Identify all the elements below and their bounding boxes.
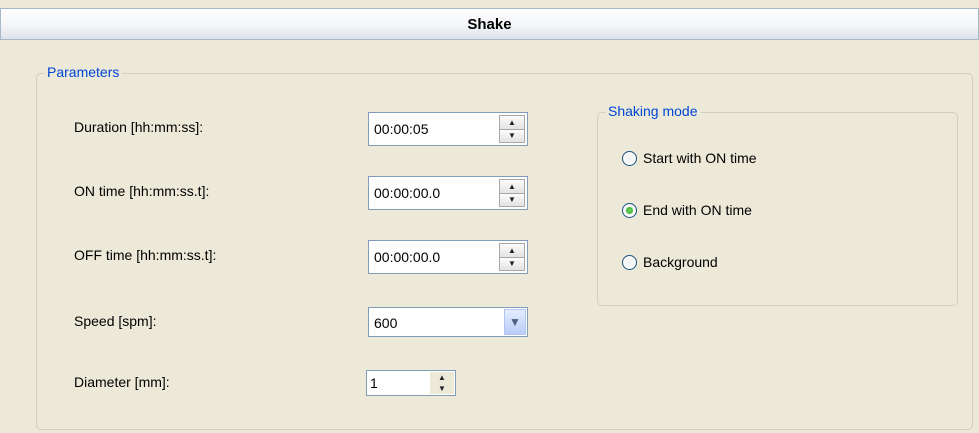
radio-label: Background <box>643 254 718 270</box>
diameter-value: 1 <box>370 375 378 391</box>
off-time-field[interactable]: 00:00:00.0 ▲ ▼ <box>368 240 528 274</box>
speed-select[interactable]: 600 ▼ <box>368 307 528 337</box>
off-time-label: OFF time [hh:mm:ss.t]: <box>74 247 217 263</box>
arrow-up-icon: ▲ <box>508 117 516 127</box>
radio-label: Start with ON time <box>643 150 757 166</box>
shaking-mode-legend: Shaking mode <box>605 103 701 119</box>
parameters-legend: Parameters <box>44 64 123 80</box>
duration-label: Duration [hh:mm:ss]: <box>74 119 204 135</box>
duration-value: 00:00:05 <box>374 121 429 137</box>
radio-button-icon[interactable] <box>622 254 637 270</box>
off-time-increment-button[interactable]: ▲ <box>499 243 525 258</box>
radio-end-with-on-time[interactable]: End with ON time <box>622 202 752 218</box>
radio-background[interactable]: Background <box>622 254 718 270</box>
on-time-increment-button[interactable]: ▲ <box>499 179 525 194</box>
diameter-field[interactable]: 1 ▲ ▼ <box>366 370 456 396</box>
diameter-increment-button[interactable]: ▲ <box>430 372 454 383</box>
window-title-bar: Shake <box>0 8 979 40</box>
duration-increment-button[interactable]: ▲ <box>499 115 525 130</box>
arrow-down-icon: ▼ <box>508 259 516 269</box>
arrow-down-icon: ▼ <box>508 195 516 205</box>
arrow-up-icon: ▲ <box>508 181 516 191</box>
radio-dot-icon <box>626 206 633 214</box>
arrow-down-icon: ▼ <box>508 131 516 141</box>
duration-decrement-button[interactable]: ▼ <box>499 129 525 143</box>
diameter-decrement-button[interactable]: ▼ <box>430 383 454 394</box>
chevron-down-icon: ▼ <box>509 315 521 329</box>
radio-start-with-on-time[interactable]: Start with ON time <box>622 150 757 166</box>
diameter-label: Diameter [mm]: <box>74 374 170 390</box>
on-time-decrement-button[interactable]: ▼ <box>499 193 525 207</box>
on-time-field[interactable]: 00:00:00.0 ▲ ▼ <box>368 176 528 210</box>
radio-button-selected-icon[interactable] <box>622 202 637 218</box>
radio-label: End with ON time <box>643 202 752 218</box>
window-title: Shake <box>467 15 512 33</box>
on-time-label: ON time [hh:mm:ss.t]: <box>74 183 210 199</box>
off-time-value: 00:00:00.0 <box>374 249 441 265</box>
speed-label: Speed [spm]: <box>74 313 157 329</box>
off-time-decrement-button[interactable]: ▼ <box>499 257 525 271</box>
arrow-up-icon: ▲ <box>508 245 516 255</box>
speed-value: 600 <box>374 315 398 331</box>
on-time-value: 00:00:00.0 <box>374 185 441 201</box>
arrow-up-icon: ▲ <box>438 373 446 382</box>
radio-button-icon[interactable] <box>622 150 637 166</box>
duration-field[interactable]: 00:00:05 ▲ ▼ <box>368 112 528 146</box>
arrow-down-icon: ▼ <box>438 384 446 393</box>
speed-dropdown-button[interactable]: ▼ <box>504 309 526 335</box>
